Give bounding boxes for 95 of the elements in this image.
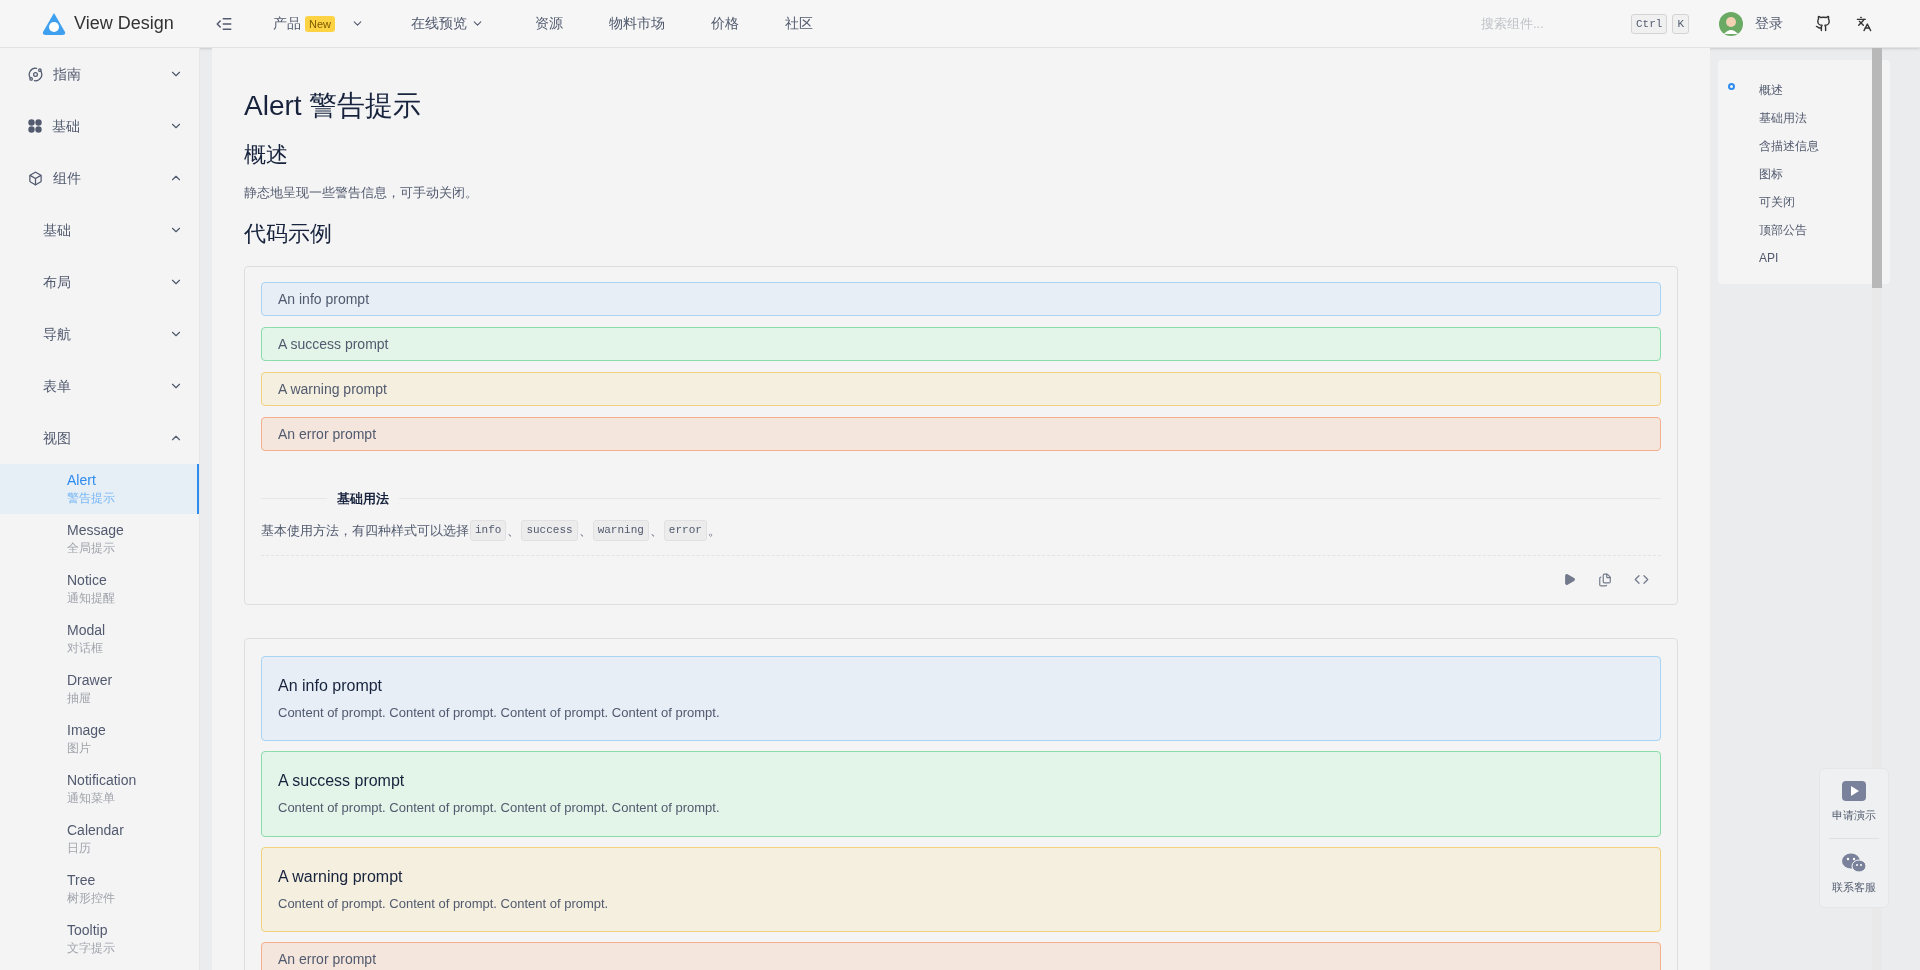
nav-item[interactable]: 社区 — [785, 13, 859, 34]
avatar-icon[interactable] — [1719, 11, 1743, 36]
section-heading: 概述 — [244, 141, 289, 169]
section-heading: 代码示例 — [244, 219, 333, 248]
copy-icon[interactable] — [1598, 572, 1612, 587]
planet-icon — [28, 66, 43, 82]
code-icon[interactable] — [1634, 572, 1649, 587]
sidebar-item-label: Alert — [67, 471, 97, 489]
sidebar-item-label: Notice — [67, 571, 108, 589]
toc-link[interactable]: API — [1759, 249, 1779, 267]
sidebar-group-label: 组件 — [53, 168, 82, 188]
toc-link[interactable]: 可关闭 — [1759, 193, 1795, 211]
sidebar-item-label: Message — [67, 521, 125, 539]
toc-link[interactable]: 顶部公告 — [1759, 221, 1807, 239]
chat-icon — [1842, 852, 1866, 873]
github-icon[interactable] — [1815, 15, 1832, 32]
sidebar-item-subtitle: 对话框 — [67, 640, 104, 657]
sidebar-item-subtitle: 抽屉 — [67, 690, 92, 707]
sidebar-item-label: Image — [67, 721, 107, 739]
clover-icon — [28, 119, 42, 133]
sidebar-item-subtitle: 通知菜单 — [67, 790, 116, 807]
sidebar-item[interactable]: Notice 通知提醒 — [0, 564, 199, 614]
demo-title: 基础用法 — [336, 489, 390, 508]
sidebar-item-label: Modal — [67, 621, 107, 639]
nav-item[interactable]: 价格 — [711, 13, 785, 34]
scrollbar-thumb[interactable] — [1872, 48, 1882, 288]
key-hint: K — [1672, 13, 1689, 34]
sidebar-item-label: Drawer — [67, 671, 114, 689]
alert-description: Content of prompt. Content of prompt. Content of prompt. Content of prompt. — [278, 799, 721, 817]
sidebar-subgroup-label: 表单 — [43, 376, 72, 396]
page-title: Alert 警告提示 — [244, 89, 423, 123]
sidebar-subgroup[interactable]: 视图 — [0, 412, 199, 464]
sidebar-item-subtitle: 日历 — [67, 840, 92, 857]
nav-item[interactable]: 产品 New — [273, 13, 411, 34]
sidebar-group-label: 基础 — [52, 116, 81, 136]
sidebar-item-label: Tree — [67, 871, 97, 889]
float-action[interactable]: 联系客服 — [1829, 837, 1879, 895]
sidebar-item[interactable]: Drawer 抽屉 — [0, 664, 199, 714]
login-link[interactable]: 登录 — [1755, 13, 1783, 34]
sidebar-item[interactable]: Calendar 日历 — [0, 814, 199, 864]
sidebar-item[interactable]: Tree 树形控件 — [0, 864, 199, 914]
cube-icon — [28, 170, 43, 186]
alert-title: A warning prompt — [278, 866, 404, 887]
alert-title: An error prompt — [278, 424, 378, 443]
toc-link[interactable]: 基础用法 — [1759, 109, 1807, 127]
logo-text[interactable]: View Design — [74, 10, 174, 37]
logo-icon — [42, 11, 66, 36]
alert-title: An info prompt — [278, 675, 384, 696]
sidebar-item[interactable]: Tooltip 文字提示 — [0, 914, 199, 964]
alert-title: A success prompt — [278, 771, 406, 791]
sidebar-item-label: Tooltip — [67, 921, 109, 939]
sidebar-subgroup-label: 布局 — [43, 272, 72, 292]
alert-title: A warning prompt — [278, 379, 388, 398]
alert-title: An info prompt — [278, 289, 371, 308]
sidebar-item[interactable]: Message 全局提示 — [0, 514, 199, 564]
sidebar-group[interactable]: 基础 — [0, 100, 199, 152]
sidebar-item-subtitle: 警告提示 — [67, 490, 116, 507]
video-icon — [1842, 781, 1866, 801]
toc-link[interactable]: 图标 — [1759, 165, 1783, 183]
sidebar-item-subtitle: 文字提示 — [67, 940, 116, 957]
sidebar-item-subtitle: 通知提醒 — [67, 590, 116, 607]
sidebar-item-label: Notification — [67, 771, 138, 789]
overview-text: 静态地呈现一些警告信息，可手动关闭。 — [244, 184, 479, 202]
sidebar-group[interactable]: 指南 — [0, 48, 199, 100]
sidebar-item[interactable]: Modal 对话框 — [0, 614, 199, 664]
sidebar-subgroup-label: 导航 — [43, 324, 72, 344]
translate-icon[interactable] — [1856, 15, 1872, 32]
sidebar-subgroup[interactable]: 表单 — [0, 360, 199, 412]
sidebar-item[interactable]: Image 图片 — [0, 714, 199, 764]
nav-item[interactable]: 物料市场 — [609, 13, 711, 34]
sidebar-item[interactable]: Notification 通知菜单 — [0, 764, 199, 814]
alert-title: An error prompt — [278, 950, 378, 968]
sidebar-subgroup-label: 基础 — [43, 220, 72, 240]
nav-item[interactable]: 资源 — [535, 13, 609, 34]
alert-title: A success prompt — [278, 334, 390, 353]
toc-link[interactable]: 概述 — [1759, 81, 1783, 99]
sidebar-subgroup[interactable]: 基础 — [0, 204, 199, 256]
alert-description: Content of prompt. Content of prompt. Content of prompt. Content of prompt. — [278, 703, 721, 722]
float-action[interactable]: 申请演示 — [1829, 781, 1879, 824]
sidebar-group[interactable]: 组件 — [0, 152, 199, 204]
demo-description: 基本使用方法，有四种样式可以选择 info 、 success 、 warning 、 error 。 — [245, 520, 1677, 541]
sidebar-item-label: Calendar — [67, 821, 125, 839]
toc-link[interactable]: 含描述信息 — [1759, 137, 1819, 155]
key-hint: Ctrl — [1631, 13, 1668, 34]
sidebar-group-label: 指南 — [53, 64, 82, 84]
sidebar-item-subtitle: 图片 — [67, 740, 92, 757]
new-badge: New — [305, 15, 335, 32]
alert-description: Content of prompt. Content of prompt. Content of prompt. — [278, 894, 610, 913]
nav-item[interactable]: 在线预览 — [411, 13, 535, 34]
sidebar-subgroup[interactable]: 导航 — [0, 308, 199, 360]
sidebar-subgroup[interactable]: 布局 — [0, 256, 199, 308]
sidebar-item-subtitle: 全局提示 — [67, 540, 116, 557]
sidebar-item-subtitle: 树形控件 — [67, 890, 116, 907]
run-icon[interactable] — [1563, 573, 1576, 586]
sidebar-subgroup-label: 视图 — [43, 428, 72, 448]
